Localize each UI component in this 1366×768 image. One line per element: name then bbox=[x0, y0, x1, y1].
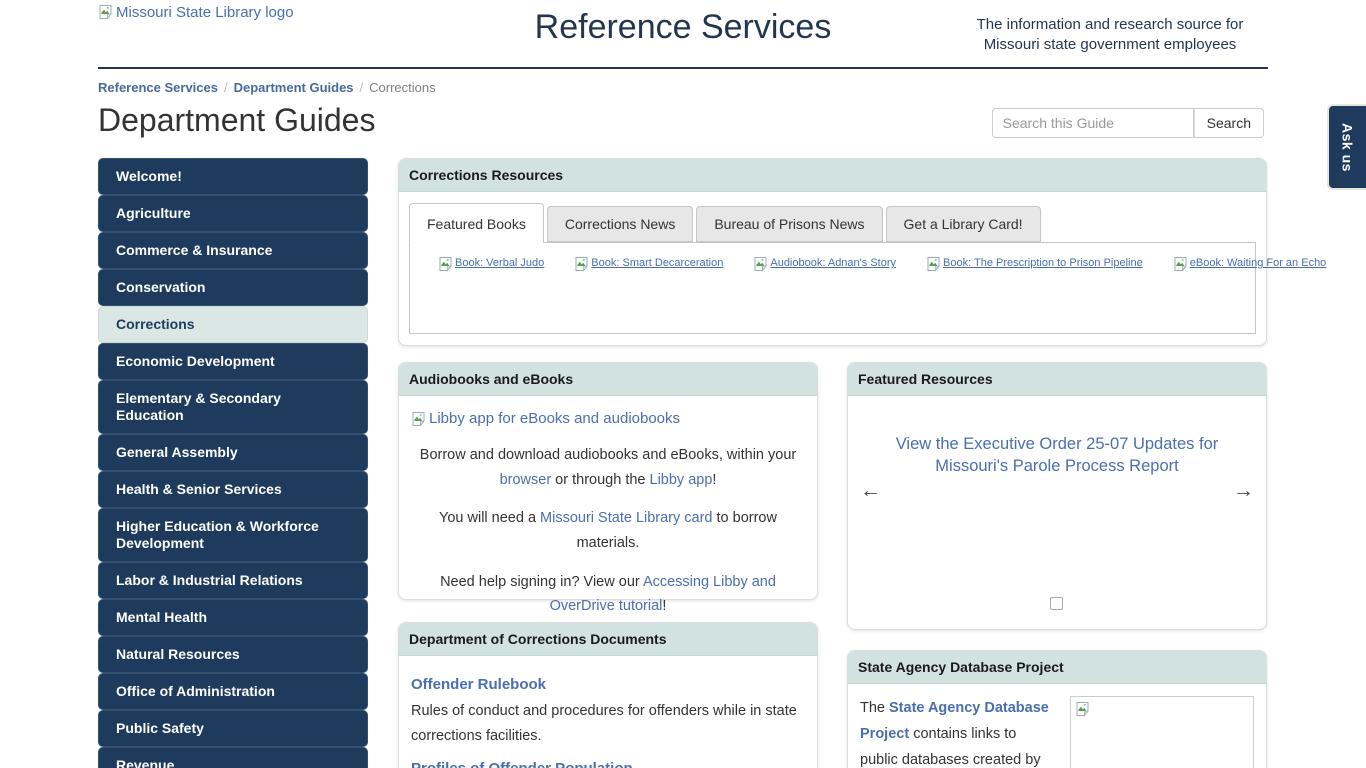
carousel-prev-icon[interactable]: ← bbox=[860, 480, 881, 501]
sidebar-item-higher-education-workforce[interactable]: Higher Education & Workforce Development bbox=[98, 508, 368, 562]
carousel-next-icon[interactable]: → bbox=[1233, 480, 1254, 501]
sidebar-item-corrections[interactable]: Corrections bbox=[98, 306, 368, 343]
state-agency-database-box: State Agency Database Project The State … bbox=[847, 650, 1267, 768]
text-fragment: or through the bbox=[551, 472, 649, 488]
featured-resources-box: Featured Resources View the Executive Or… bbox=[847, 362, 1267, 630]
profiles-of-offender-population-link[interactable]: Profiles of Offender Population bbox=[411, 760, 805, 768]
sidebar-item-labor-industrial-relations[interactable]: Labor & Industrial Relations bbox=[98, 562, 368, 599]
broken-image-icon bbox=[411, 411, 427, 427]
guide-search: Search bbox=[992, 108, 1264, 138]
breadcrumb-reference-services[interactable]: Reference Services bbox=[98, 80, 218, 95]
featured-books-panel: Book: Verbal Judo Book: Smart Decarcerat… bbox=[409, 242, 1256, 334]
broken-image-icon bbox=[1173, 256, 1189, 272]
libby-app-image-link[interactable]: Libby app for eBooks and audiobooks bbox=[411, 410, 805, 427]
corrections-resources-title: Corrections Resources bbox=[399, 159, 1266, 192]
broken-image-icon bbox=[574, 256, 590, 272]
book-link-prescription-to-prison-pipeline[interactable]: Book: The Prescription to Prison Pipelin… bbox=[926, 256, 1143, 272]
sidebar-item-general-assembly[interactable]: General Assembly bbox=[98, 434, 368, 471]
state-agency-database-title: State Agency Database Project bbox=[848, 651, 1266, 684]
state-agency-database-body: The State Agency Database Project contai… bbox=[848, 684, 1266, 768]
header-divider bbox=[98, 67, 1268, 69]
main-content: Corrections Resources Featured Books Cor… bbox=[398, 158, 1267, 768]
search-button[interactable]: Search bbox=[1194, 108, 1264, 138]
search-input[interactable] bbox=[992, 108, 1194, 138]
breadcrumb-current-corrections: Corrections bbox=[369, 80, 435, 95]
book-alt-text: eBook: Waiting For an Echo bbox=[1190, 256, 1327, 271]
resources-tab-bar: Featured Books Corrections News Bureau o… bbox=[409, 203, 1256, 242]
broken-image-icon bbox=[1075, 701, 1091, 717]
executive-order-slide-link[interactable]: View the Executive Order 25-07 Updates f… bbox=[888, 434, 1226, 478]
corrections-resources-body: Featured Books Corrections News Bureau o… bbox=[399, 192, 1266, 334]
state-agency-database-image bbox=[1070, 696, 1254, 768]
text-fragment: The bbox=[860, 700, 889, 716]
libby-app-link[interactable]: Libby app bbox=[650, 472, 713, 488]
sidebar-item-mental-health[interactable]: Mental Health bbox=[98, 599, 368, 636]
book-alt-text: Book: Verbal Judo bbox=[455, 256, 544, 271]
book-link-waiting-for-an-echo[interactable]: eBook: Waiting For an Echo bbox=[1173, 256, 1327, 272]
sidebar-item-agriculture[interactable]: Agriculture bbox=[98, 195, 368, 232]
book-link-adnans-story[interactable]: Audiobook: Adnan's Story bbox=[753, 256, 896, 272]
library-card-paragraph: You will need a Missouri State Library c… bbox=[411, 506, 805, 555]
featured-resources-carousel: View the Executive Order 25-07 Updates f… bbox=[848, 396, 1266, 630]
offender-rulebook-description: Rules of conduct and procedures for offe… bbox=[411, 699, 805, 750]
sidebar-item-conservation[interactable]: Conservation bbox=[98, 269, 368, 306]
text-fragment: ! bbox=[662, 598, 666, 614]
libby-image-alt-text: Libby app for eBooks and audiobooks bbox=[429, 410, 680, 427]
tab-corrections-news[interactable]: Corrections News bbox=[547, 206, 693, 242]
breadcrumb-department-guides[interactable]: Department Guides bbox=[234, 80, 354, 95]
breadcrumb-separator: / bbox=[360, 80, 364, 95]
text-fragment: Need help signing in? View our bbox=[440, 574, 643, 590]
featured-books-row: Book: Verbal Judo Book: Smart Decarcerat… bbox=[438, 256, 1227, 272]
corrections-documents-title: Department of Corrections Documents bbox=[399, 623, 817, 656]
help-paragraph: Need help signing in? View our Accessing… bbox=[411, 570, 805, 619]
audiobooks-ebooks-box: Audiobooks and eBooks Libby app for eBoo… bbox=[398, 362, 818, 600]
sidebar-item-health-senior-services[interactable]: Health & Senior Services bbox=[98, 471, 368, 508]
sidebar-item-revenue[interactable]: Revenue bbox=[98, 747, 368, 768]
book-link-verbal-judo[interactable]: Book: Verbal Judo bbox=[438, 256, 544, 272]
corrections-documents-box: Department of Corrections Documents Offe… bbox=[398, 622, 818, 768]
missouri-state-library-card-link[interactable]: Missouri State Library card bbox=[540, 510, 712, 526]
featured-resources-title: Featured Resources bbox=[848, 363, 1266, 396]
page-title: Department Guides bbox=[98, 102, 375, 139]
sidebar-item-economic-development[interactable]: Economic Development bbox=[98, 343, 368, 380]
book-link-smart-decarceration[interactable]: Book: Smart Decarceration bbox=[574, 256, 723, 272]
ask-us-tab[interactable]: Ask us bbox=[1327, 104, 1366, 190]
sidebar-item-welcome[interactable]: Welcome! bbox=[98, 158, 368, 195]
page: Missouri State Library logo Reference Se… bbox=[0, 0, 1366, 768]
sidebar-item-elementary-secondary-education[interactable]: Elementary & Secondary Education bbox=[98, 380, 368, 434]
corrections-resources-box: Corrections Resources Featured Books Cor… bbox=[398, 158, 1267, 346]
state-agency-database-paragraph: The State Agency Database Project contai… bbox=[860, 696, 1056, 768]
broken-image-icon bbox=[438, 256, 454, 272]
book-alt-text: Book: The Prescription to Prison Pipelin… bbox=[943, 256, 1143, 271]
broken-image-icon bbox=[926, 256, 942, 272]
sidebar-item-public-safety[interactable]: Public Safety bbox=[98, 710, 368, 747]
ask-us-label: Ask us bbox=[1340, 123, 1356, 172]
sidebar-item-commerce-insurance[interactable]: Commerce & Insurance bbox=[98, 232, 368, 269]
site-tagline: The information and research source for … bbox=[964, 15, 1256, 56]
broken-image-icon bbox=[753, 256, 769, 272]
borrow-paragraph: Borrow and download audiobooks and eBook… bbox=[411, 443, 805, 492]
offender-rulebook-link[interactable]: Offender Rulebook bbox=[411, 676, 805, 693]
text-fragment: You will need a bbox=[439, 510, 540, 526]
tab-bureau-of-prisons-news[interactable]: Bureau of Prisons News bbox=[696, 206, 882, 242]
book-alt-text: Book: Smart Decarceration bbox=[591, 256, 723, 271]
guide-page-nav: Welcome! Agriculture Commerce & Insuranc… bbox=[98, 158, 368, 768]
tab-featured-books[interactable]: Featured Books bbox=[409, 203, 544, 243]
carousel-dot[interactable] bbox=[1050, 597, 1063, 610]
breadcrumb-separator: / bbox=[224, 80, 228, 95]
corrections-documents-body: Offender Rulebook Rules of conduct and p… bbox=[399, 656, 817, 768]
audiobooks-ebooks-body: Libby app for eBooks and audiobooks Borr… bbox=[399, 396, 817, 645]
text-fragment: ! bbox=[712, 472, 716, 488]
audiobooks-ebooks-title: Audiobooks and eBooks bbox=[399, 363, 817, 396]
tab-get-a-library-card[interactable]: Get a Library Card! bbox=[886, 206, 1041, 242]
sidebar-item-natural-resources[interactable]: Natural Resources bbox=[98, 636, 368, 673]
text-fragment: Borrow and download audiobooks and eBook… bbox=[420, 447, 796, 463]
book-alt-text: Audiobook: Adnan's Story bbox=[770, 256, 896, 271]
breadcrumb: Reference Services / Department Guides / Cor… bbox=[98, 80, 436, 95]
browser-link[interactable]: browser bbox=[500, 472, 552, 488]
sidebar-item-office-of-administration[interactable]: Office of Administration bbox=[98, 673, 368, 710]
